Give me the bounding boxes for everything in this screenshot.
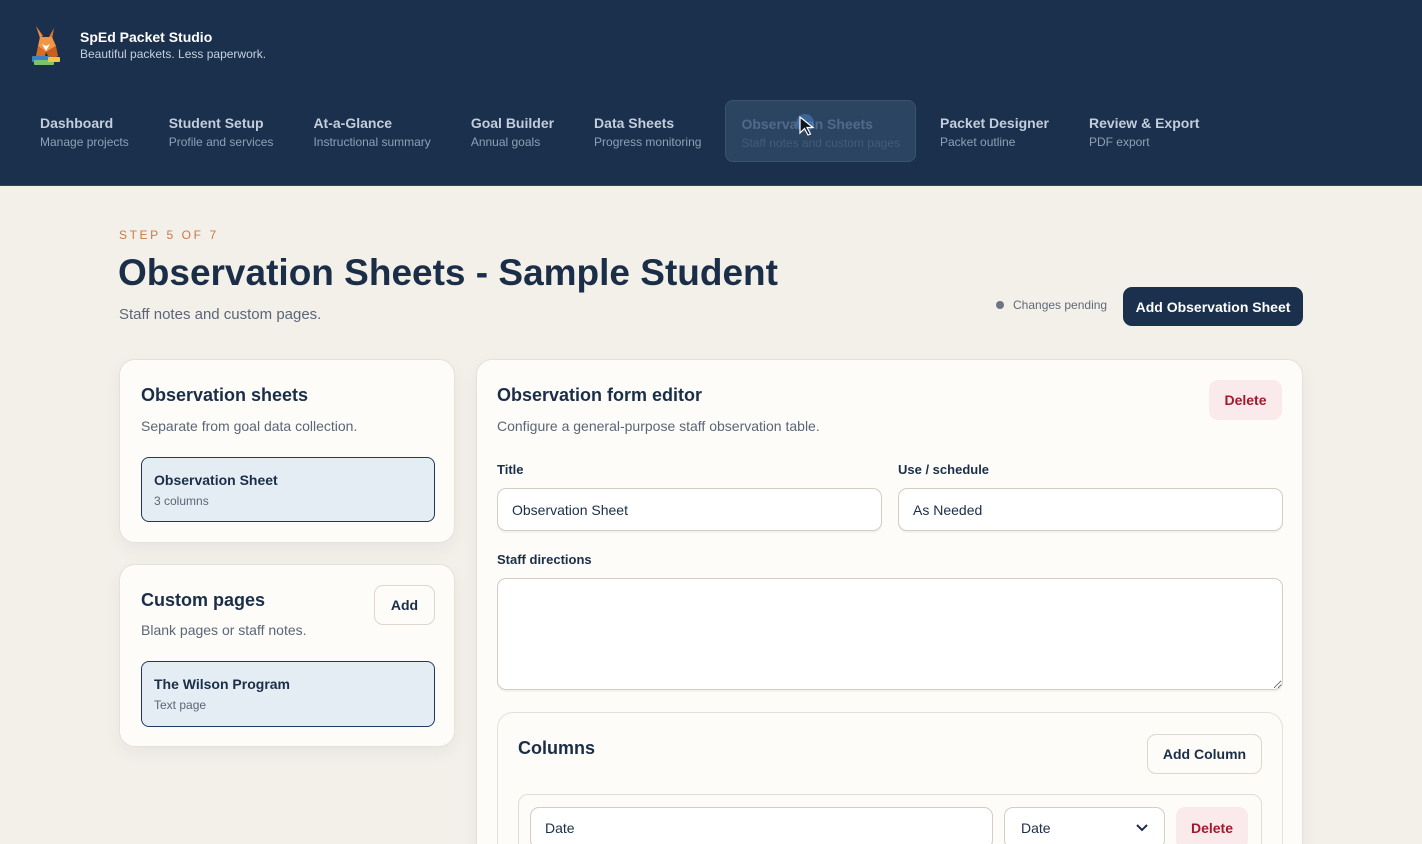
nav-observation-sheets[interactable]: Observation Sheets Staff notes and custo… [725,100,916,162]
page-title: Observation Sheets - Sample Student [118,252,778,293]
nav-label: Goal Builder [470,115,555,131]
observation-form-editor: Observation form editor Configure a gene… [476,359,1303,844]
editor-description: Configure a general-purpose staff observ… [497,418,820,434]
main-nav: Dashboard Manage projects Student Setup … [20,100,1219,162]
nav-dashboard[interactable]: Dashboard Manage projects [20,100,149,162]
card-description: Blank pages or staff notes. [141,622,307,638]
item-title: Observation Sheet [154,472,278,488]
delete-sheet-button[interactable]: Delete [1209,380,1282,420]
nav-sublabel: Progress monitoring [594,135,702,149]
card-description: Separate from goal data collection. [141,418,358,434]
column-row: Date Delete [518,794,1262,844]
staff-directions-label: Staff directions [497,552,592,567]
column-type-select[interactable]: Date [1004,807,1165,844]
fox-logo-icon [32,26,60,65]
nav-packet-designer[interactable]: Packet Designer Packet outline [920,100,1069,162]
item-title: The Wilson Program [154,676,291,692]
add-observation-sheet-button[interactable]: Add Observation Sheet [1123,287,1303,326]
status-dot-icon [996,301,1004,309]
column-type-value: Date [1021,820,1051,836]
schedule-label: Use / schedule [898,462,990,477]
staff-directions-textarea[interactable] [497,578,1283,690]
item-subtitle: Text page [154,698,207,712]
card-title: Observation sheets [141,385,309,405]
add-column-button[interactable]: Add Column [1147,734,1262,774]
column-name-input[interactable] [530,807,993,844]
nav-sublabel: Annual goals [470,135,541,149]
title-label: Title [497,462,524,477]
nav-sublabel: PDF export [1088,135,1150,149]
nav-sublabel: Instructional summary [313,135,431,149]
top-header: SpEd Packet Studio Beautiful packets. Le… [0,0,1422,186]
nav-review-export[interactable]: Review & Export PDF export [1069,100,1219,162]
nav-sublabel: Manage projects [40,135,129,149]
nav-label: Dashboard [40,115,114,131]
nav-label: Data Sheets [594,115,675,131]
custom-page-item[interactable]: The Wilson Program Text page [141,661,435,727]
card-title: Custom pages [141,590,266,610]
save-status: Changes pending [996,298,1107,312]
nav-data-sheets[interactable]: Data Sheets Progress monitoring [574,100,721,162]
add-custom-page-button[interactable]: Add [374,585,435,625]
nav-label: At-a-Glance [313,115,393,131]
columns-card: Columns Add Column Date Delete [497,712,1283,844]
schedule-input[interactable] [898,488,1283,531]
app-name: SpEd Packet Studio [80,29,213,45]
app-tagline: Beautiful packets. Less paperwork. [80,47,267,61]
nav-label: Observation Sheets [741,116,873,132]
custom-pages-card: Custom pages Blank pages or staff notes.… [119,564,455,747]
editor-title: Observation form editor [497,385,703,405]
page-subtitle: Staff notes and custom pages. [119,306,322,323]
nav-student-setup[interactable]: Student Setup Profile and services [149,100,294,162]
nav-sublabel: Profile and services [168,135,274,149]
columns-title: Columns [518,738,596,758]
nav-goal-builder[interactable]: Goal Builder Annual goals [451,100,574,162]
item-subtitle: 3 columns [154,494,209,508]
observation-sheet-item[interactable]: Observation Sheet 3 columns [141,457,435,522]
status-text: Changes pending [1013,298,1108,312]
nav-sublabel: Packet outline [940,135,1016,149]
title-input[interactable] [497,488,882,531]
mouse-cursor-icon [796,114,815,136]
delete-column-button[interactable]: Delete [1176,807,1248,844]
chevron-down-icon [1136,824,1148,832]
observation-sheets-card: Observation sheets Separate from goal da… [119,359,455,543]
step-indicator: STEP 5 OF 7 [119,228,219,242]
nav-sublabel: Staff notes and custom pages [741,136,900,150]
nav-label: Review & Export [1088,115,1200,131]
brand[interactable]: SpEd Packet Studio Beautiful packets. Le… [30,24,266,66]
nav-label: Packet Designer [940,115,1049,131]
nav-at-a-glance[interactable]: At-a-Glance Instructional summary [293,100,450,162]
nav-label: Student Setup [168,115,264,131]
